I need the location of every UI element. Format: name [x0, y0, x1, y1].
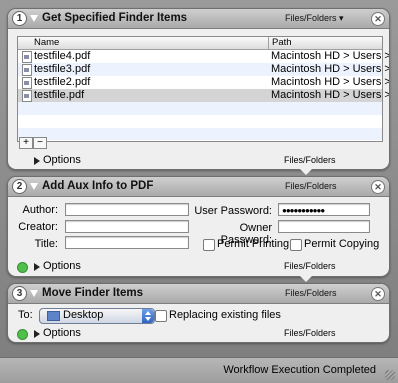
action-title-bar[interactable]: 1 Get Specified Finder Items Files/Folde…	[8, 9, 389, 29]
pdf-file-icon	[22, 64, 32, 76]
output-type-label: Files/Folders	[284, 328, 336, 338]
to-label: To:	[18, 309, 33, 321]
permit-copying-label[interactable]: Permit Copying	[304, 238, 379, 250]
green-check-icon	[17, 329, 28, 340]
connector-arrow	[299, 168, 313, 175]
disclosure-triangle-icon[interactable]	[30, 290, 38, 297]
action-types-label: Files/Folders	[285, 288, 337, 298]
green-check-icon	[17, 262, 28, 273]
owner-password-field[interactable]	[278, 220, 370, 233]
options-row: Options Files/Folders	[8, 259, 389, 275]
table-row-empty	[18, 102, 382, 115]
options-label[interactable]: Options	[43, 154, 81, 166]
permit-printing-label[interactable]: Permit Printing	[217, 238, 289, 250]
action-number-badge: 3	[12, 286, 27, 301]
files-table[interactable]: Name Path testfile4.pdf Macintosh HD > U…	[17, 36, 389, 142]
remove-item-button[interactable]: −	[33, 137, 47, 149]
file-name: testfile2.pdf	[34, 76, 91, 88]
replacing-existing-checkbox[interactable]	[155, 310, 167, 322]
action-add-aux-info-to-pdf: 2 Add Aux Info to PDF Files/Folders ✕ Au…	[7, 176, 390, 277]
options-disclosure-icon[interactable]	[34, 263, 40, 271]
action-move-finder-items: 3 Move Finder Items Files/Folders ✕ To: …	[7, 283, 390, 343]
pdf-file-icon	[22, 77, 32, 89]
table-row-empty	[18, 128, 382, 140]
options-row: Options Files/Folders	[8, 153, 389, 169]
creator-label: Creator:	[18, 221, 58, 233]
destination-popup[interactable]: Desktop	[39, 308, 155, 324]
author-field[interactable]	[65, 203, 189, 216]
table-row-empty	[18, 115, 382, 128]
file-path: Macintosh HD > Users >	[271, 89, 390, 101]
options-label[interactable]: Options	[43, 327, 81, 339]
user-password-field[interactable]: ●●●●●●●●●●●	[278, 203, 370, 216]
disclosure-triangle-icon[interactable]	[30, 15, 38, 22]
add-item-button[interactable]: +	[19, 137, 33, 149]
output-type-label: Files/Folders	[284, 155, 336, 165]
status-text: Workflow Execution Completed	[223, 364, 376, 376]
table-row[interactable]: testfile4.pdf Macintosh HD > Users >	[18, 50, 389, 63]
creator-field[interactable]	[65, 220, 189, 233]
connector-arrow	[299, 275, 313, 282]
column-path-header[interactable]: Path	[272, 37, 292, 48]
options-disclosure-icon[interactable]	[34, 330, 40, 338]
action-number-badge: 2	[12, 179, 27, 194]
close-icon[interactable]: ✕	[371, 180, 385, 194]
column-separator	[268, 37, 269, 49]
replacing-existing-label[interactable]: Replacing existing files	[169, 309, 281, 321]
status-bar: Workflow Execution Completed	[0, 357, 398, 383]
action-title: Move Finder Items	[42, 287, 143, 299]
pdf-file-icon	[22, 51, 32, 63]
close-icon[interactable]: ✕	[371, 12, 385, 26]
title-field[interactable]	[65, 236, 189, 249]
action-types-label: Files/Folders	[285, 181, 337, 191]
user-password-label: User Password:	[194, 205, 272, 217]
action-number-badge: 1	[12, 11, 27, 26]
file-path: Macintosh HD > Users >	[271, 63, 390, 75]
table-row-selected[interactable]: testfile.pdf Macintosh HD > Users >	[18, 89, 389, 102]
options-row: Options Files/Folders	[8, 326, 389, 342]
pdf-file-icon	[22, 90, 32, 102]
destination-value: Desktop	[63, 309, 104, 321]
workflow-canvas: 1 Get Specified Finder Items Files/Folde…	[0, 0, 398, 383]
file-path: Macintosh HD > Users >	[271, 50, 390, 62]
resize-grip-icon[interactable]	[385, 370, 395, 380]
action-title-bar[interactable]: 2 Add Aux Info to PDF Files/Folders ✕	[8, 177, 389, 197]
close-icon[interactable]: ✕	[371, 287, 385, 301]
permit-printing-checkbox[interactable]	[203, 239, 215, 251]
permit-copying-checkbox[interactable]	[290, 239, 302, 251]
action-title: Get Specified Finder Items	[42, 12, 188, 24]
file-name: testfile4.pdf	[34, 50, 91, 62]
action-types-menu[interactable]: Files/Folders ▾	[285, 13, 344, 24]
title-label: Title:	[34, 238, 58, 250]
popup-arrows-icon	[142, 309, 154, 323]
options-disclosure-icon[interactable]	[34, 157, 40, 165]
table-row[interactable]: testfile3.pdf Macintosh HD > Users >	[18, 63, 389, 76]
table-row[interactable]: testfile2.pdf Macintosh HD > Users >	[18, 76, 389, 89]
author-label: Author:	[22, 204, 58, 216]
output-type-label: Files/Folders	[284, 261, 336, 271]
disclosure-triangle-icon[interactable]	[30, 183, 38, 190]
folder-icon	[47, 311, 60, 321]
action-get-specified-finder-items: 1 Get Specified Finder Items Files/Folde…	[7, 8, 390, 170]
column-name-header[interactable]: Name	[34, 37, 59, 48]
options-label[interactable]: Options	[43, 260, 81, 272]
file-name: testfile3.pdf	[34, 63, 91, 75]
action-title-bar[interactable]: 3 Move Finder Items Files/Folders ✕	[8, 284, 389, 304]
action-title: Add Aux Info to PDF	[42, 180, 154, 192]
table-header: Name Path	[18, 37, 382, 50]
file-path: Macintosh HD > Users >	[271, 76, 390, 88]
file-name: testfile.pdf	[34, 89, 85, 101]
